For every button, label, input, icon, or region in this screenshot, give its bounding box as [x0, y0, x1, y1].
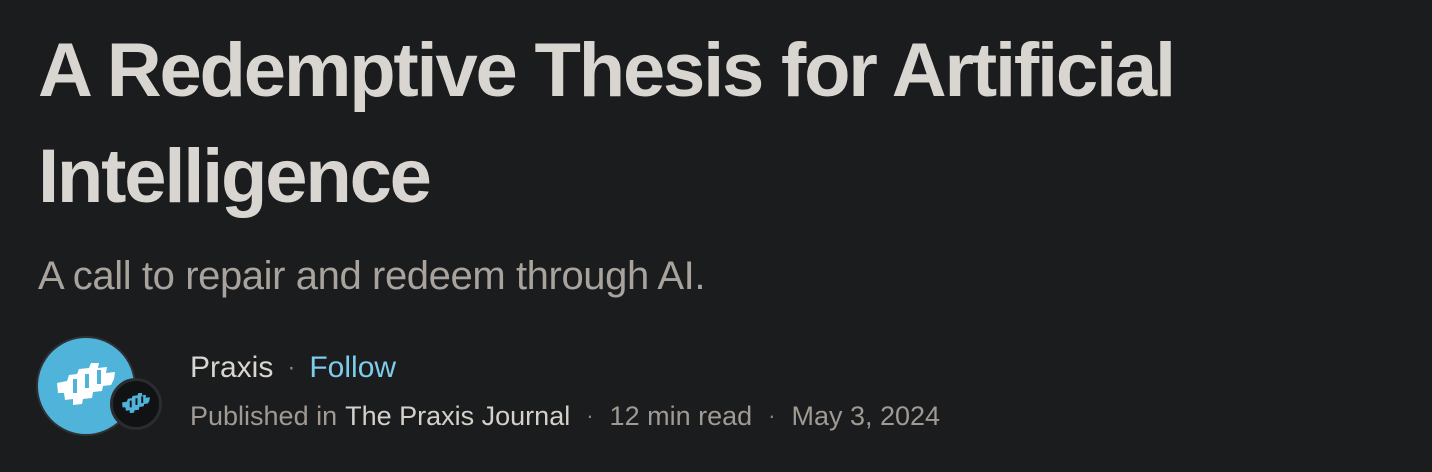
publication-link[interactable]: The Praxis Journal [345, 401, 570, 432]
byline: Praxis · Follow Published in The Praxis … [38, 338, 1038, 438]
published-in-label: Published in [190, 400, 338, 431]
author-name-link[interactable]: Praxis [190, 351, 273, 385]
publication-avatar[interactable] [110, 378, 162, 430]
follow-button[interactable]: Follow [309, 351, 396, 385]
read-time: 12 min read [609, 400, 753, 431]
article-subtitle: A call to repair and redeem through AI. [38, 254, 706, 298]
avatar-group [38, 338, 168, 438]
separator-dot: · [768, 403, 776, 428]
publication-line: Published in The Praxis Journal · 12 min… [190, 394, 1030, 438]
separator-dot: · [586, 403, 594, 428]
article-header: A Redemptive Thesis for Artificial Intel… [38, 18, 1398, 300]
separator-dot: · [287, 354, 296, 381]
praxis-journal-logo-icon [122, 392, 150, 414]
author-line: Praxis · Follow [190, 348, 1030, 388]
byline-meta: Praxis · Follow Published in The Praxis … [190, 348, 1030, 438]
publish-date: May 3, 2024 [791, 400, 941, 431]
article-title: A Redemptive Thesis for Artificial Intel… [38, 28, 1176, 219]
